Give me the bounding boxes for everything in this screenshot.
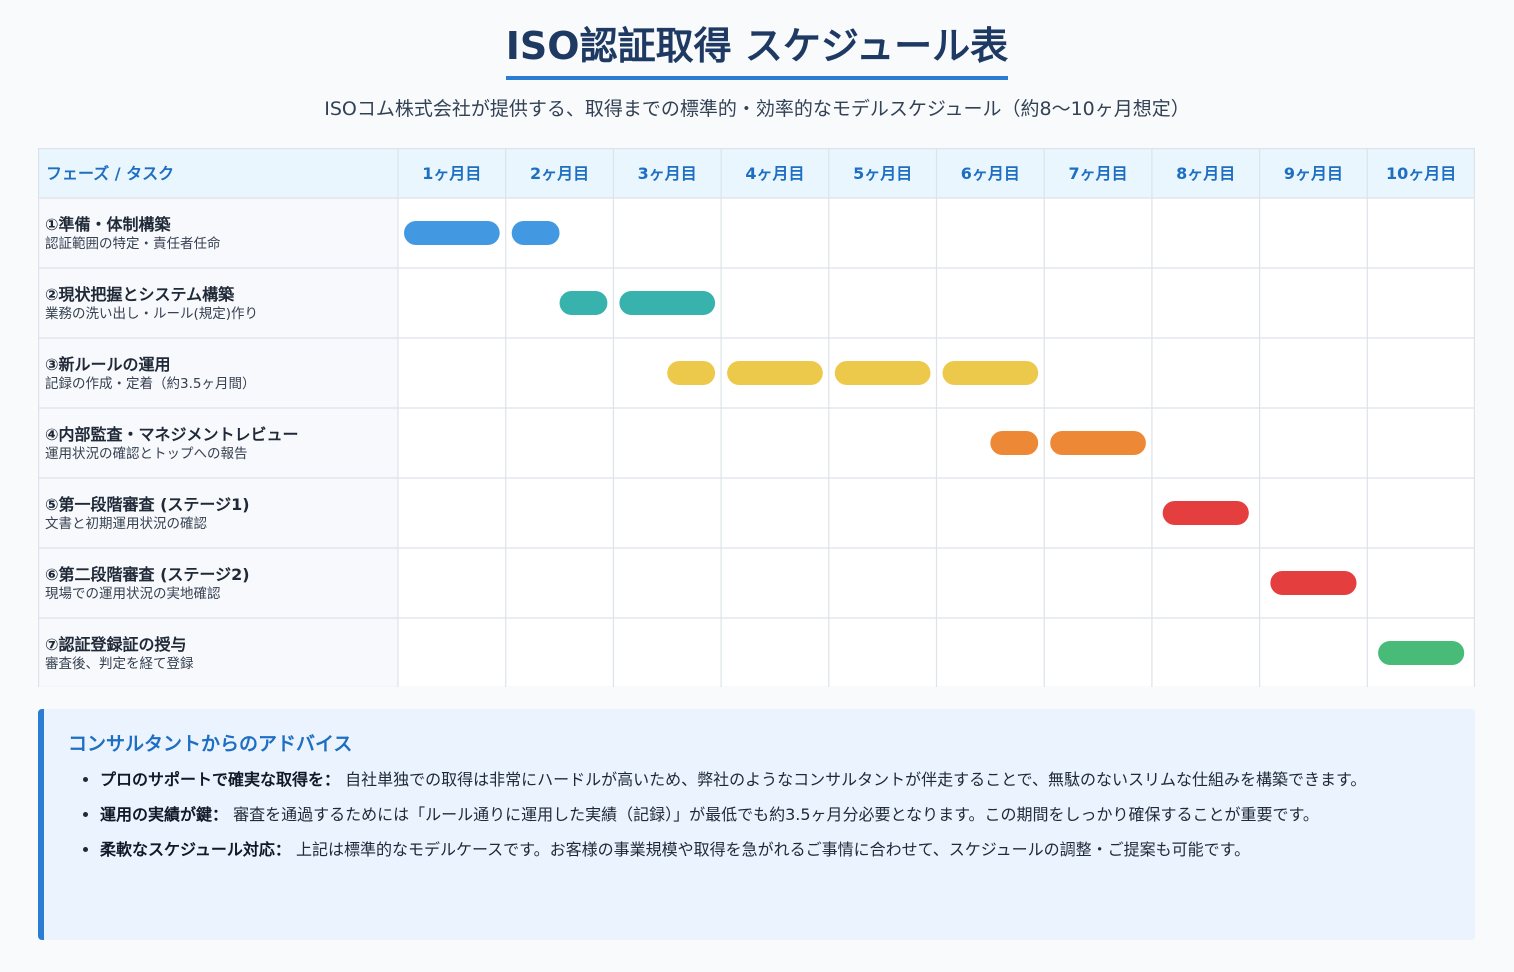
task-name: ②現状把握とシステム構築 — [45, 285, 235, 304]
month-label: 1ヶ月目 — [422, 164, 481, 183]
task-desc: 認証範囲の特定・責任者任命 — [45, 235, 221, 252]
advice-item-head: 柔軟なスケジュール対応： — [100, 840, 291, 859]
month-label: 7ヶ月目 — [1068, 164, 1127, 183]
task-name: ⑦認証登録証の授与 — [45, 635, 187, 654]
advice-title: コンサルタントからのアドバイス — [68, 733, 353, 755]
task-bar — [1162, 501, 1249, 525]
task-name: ①準備・体制構築 — [45, 215, 172, 234]
task-desc: 文書と初期運用状況の確認 — [45, 515, 207, 532]
month-label: 9ヶ月目 — [1284, 164, 1343, 183]
task-bar — [559, 291, 608, 315]
task-bar — [511, 221, 560, 245]
advice-item: 運用の実績が鍵： 審査を通過するためには「ルール通りに運用した実績（記録）」が最… — [100, 801, 1451, 829]
task-name: ③新ルールの運用 — [45, 355, 171, 374]
advice-item-body: 自社単独での取得は非常にハードルが高いため、弊社のようなコンサルタントが伴走する… — [345, 770, 1367, 789]
month-label: 10ヶ月目 — [1386, 164, 1456, 183]
month-label: 8ヶ月目 — [1176, 164, 1235, 183]
month-label: 6ヶ月目 — [961, 164, 1020, 183]
month-label: 4ヶ月目 — [745, 164, 804, 183]
task-desc: 業務の洗い出し・ルール(規定)作り — [45, 306, 258, 322]
task-desc: 運用状況の確認とトップへの報告 — [45, 446, 248, 462]
task-bar — [1270, 571, 1357, 595]
task-bar — [619, 291, 716, 315]
advice-item-body: 上記は標準的なモデルケースです。お客様の事業規模や取得を急がれるご事情に合わせて… — [295, 840, 1251, 859]
page-title: ISO認証取得 スケジュール表 — [505, 22, 1009, 80]
advice-item-body: 審査を通過するためには「ルール通りに運用した実績（記録）」が最低でも約3.5ヶ月… — [233, 805, 1319, 824]
advice-item: プロのサポートで確実な取得を： 自社単独での取得は非常にハードルが高いため、弊社… — [100, 766, 1451, 794]
task-bar — [1050, 431, 1146, 455]
advice-list: プロのサポートで確実な取得を： 自社単独での取得は非常にハードルが高いため、弊社… — [68, 766, 1451, 864]
task-bar — [942, 361, 1039, 385]
task-bar — [990, 431, 1039, 455]
advice-item-head: 運用の実績が鍵： — [100, 805, 229, 824]
advice-item-head: プロのサポートで確実な取得を： — [100, 770, 341, 789]
task-bar — [404, 221, 500, 245]
task-name: ④内部監査・マネジメントレビュー — [45, 425, 299, 444]
task-bar — [834, 361, 931, 385]
page-subtitle: ISOコム株式会社が提供する、取得までの標準的・効率的なモデルスケジュール（約8… — [324, 98, 1190, 120]
task-bar — [1378, 641, 1465, 665]
header-label: フェーズ / タスク — [46, 164, 174, 183]
task-name: ⑤第一段階審査 (ステージ1) — [45, 495, 250, 514]
title-wrap: ISO認証取得 スケジュール表 — [0, 22, 1514, 80]
advice-item: 柔軟なスケジュール対応： 上記は標準的なモデルケースです。お客様の事業規模や取得… — [100, 836, 1451, 864]
task-bar — [727, 361, 823, 385]
advice-box: コンサルタントからのアドバイス プロのサポートで確実な取得を： 自社単独での取得… — [38, 709, 1475, 940]
gantt-chart: フェーズ / タスク 1ヶ月目 2ヶ月目 3ヶ月目 4ヶ月目 5ヶ月目 6ヶ月目 7ヶ月目 8ヶ… — [38, 148, 1475, 687]
month-label: 5ヶ月目 — [853, 164, 912, 183]
task-bar — [667, 361, 716, 385]
task-desc: 審査後、判定を経て登録 — [45, 656, 194, 672]
month-label: 3ヶ月目 — [638, 164, 697, 183]
task-name: ⑥第二段階審査 (ステージ2) — [45, 565, 250, 584]
task-desc: 現場での運用状況の実地確認 — [45, 586, 221, 602]
task-desc: 記録の作成・定着（約3.5ヶ月間） — [45, 375, 255, 392]
month-label: 2ヶ月目 — [530, 164, 589, 183]
